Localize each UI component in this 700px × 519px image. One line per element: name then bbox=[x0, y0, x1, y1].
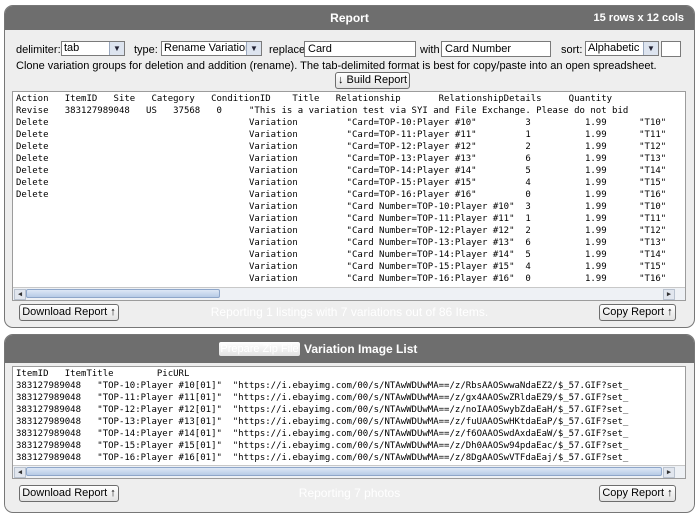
table-row: Variation "Card Number=TOP-13:Player #13… bbox=[16, 238, 667, 248]
horizontal-scrollbar[interactable]: ◀ ▶ bbox=[13, 287, 685, 300]
sort-select[interactable]: Alphabetic ▼ bbox=[585, 41, 659, 56]
copy-report-button[interactable]: Copy Report ↑ bbox=[599, 304, 676, 321]
with-input[interactable]: Card Number bbox=[441, 41, 551, 57]
table-row: Action ItemID Site Category ConditionID … bbox=[16, 94, 613, 104]
replace-input[interactable]: Card bbox=[304, 41, 416, 57]
table-row: Variation "Card Number=TOP-16:Player #16… bbox=[16, 274, 667, 284]
prepare-zip-button[interactable]: Prepare Zip File bbox=[218, 341, 301, 357]
table-row: ItemID ItemTitle PicURL bbox=[16, 369, 190, 379]
report-dimensions: 15 rows x 12 cols bbox=[593, 12, 685, 24]
report-title-bar: Report 15 rows x 12 cols bbox=[5, 6, 694, 30]
table-row: Variation "Card Number=TOP-10:Player #10… bbox=[16, 202, 667, 212]
copy-report-button[interactable]: Copy Report ↑ bbox=[599, 485, 676, 502]
image-list-panel: Prepare Zip File Variation Image List It… bbox=[4, 334, 695, 513]
report-panel: Report 15 rows x 12 cols delimiter: tab … bbox=[4, 5, 695, 328]
table-row: Variation "Card Number=TOP-14:Player #14… bbox=[16, 250, 667, 260]
scroll-left-icon[interactable]: ◀ bbox=[14, 467, 26, 478]
table-row: 383127989048 "TOP-12:Player #12[01]" "ht… bbox=[16, 405, 629, 415]
type-value: Rename Variations bbox=[164, 42, 257, 54]
chevron-down-icon: ▼ bbox=[109, 42, 124, 55]
table-row: 383127989048 "TOP-15:Player #15[01]" "ht… bbox=[16, 441, 629, 451]
table-row: Delete Variation "Card=TOP-15:Player #15… bbox=[16, 178, 667, 188]
sort-extra-input[interactable] bbox=[661, 41, 681, 57]
image-list-status: Reporting 7 photos bbox=[298, 486, 401, 500]
type-label: type: bbox=[134, 44, 158, 56]
table-row: 383127989048 "TOP-14:Player #14[01]" "ht… bbox=[16, 429, 629, 439]
horizontal-scrollbar[interactable]: ◀ ▶ bbox=[13, 465, 685, 478]
sort-label: sort: bbox=[561, 44, 583, 56]
scrollbar-thumb[interactable] bbox=[26, 467, 662, 476]
image-list-title-bar: Prepare Zip File Variation Image List bbox=[5, 335, 694, 363]
report-status: Reporting 1 listings with 7 variations o… bbox=[210, 305, 489, 319]
delimiter-select[interactable]: tab ▼ bbox=[61, 41, 125, 56]
table-row: 383127989048 "TOP-16:Player #16[01]" "ht… bbox=[16, 453, 629, 463]
sort-value: Alphabetic bbox=[588, 42, 640, 54]
scroll-right-icon[interactable]: ▶ bbox=[663, 467, 675, 478]
report-description: Clone variation groups for deletion and … bbox=[16, 60, 657, 72]
replace-label: replace bbox=[269, 44, 306, 56]
table-row: Revise 383127989048 US 37568 0 "This is … bbox=[16, 106, 629, 116]
chevron-down-icon: ▼ bbox=[246, 42, 261, 55]
report-output[interactable]: Action ItemID Site Category ConditionID … bbox=[12, 91, 686, 301]
table-row: Delete Variation "Card=TOP-12:Player #12… bbox=[16, 142, 667, 152]
chevron-down-icon: ▼ bbox=[643, 42, 658, 55]
table-row: Delete Variation "Card=TOP-10:Player #10… bbox=[16, 118, 667, 128]
table-row: Variation "Card Number=TOP-11:Player #11… bbox=[16, 214, 667, 224]
table-row: 383127989048 "TOP-10:Player #10[01]" "ht… bbox=[16, 381, 629, 391]
type-select[interactable]: Rename Variations ▼ bbox=[161, 41, 262, 56]
table-row: 383127989048 "TOP-11:Player #11[01]" "ht… bbox=[16, 393, 629, 403]
report-title: Report bbox=[330, 11, 369, 25]
table-row: Variation "Card Number=TOP-12:Player #12… bbox=[16, 226, 667, 236]
scroll-right-icon[interactable]: ▶ bbox=[663, 289, 675, 300]
table-row: Delete Variation "Card=TOP-11:Player #11… bbox=[16, 130, 667, 140]
delimiter-label: delimiter: bbox=[16, 44, 61, 56]
table-row: Delete Variation "Card=TOP-16:Player #16… bbox=[16, 190, 667, 200]
scroll-left-icon[interactable]: ◀ bbox=[14, 289, 26, 300]
image-list-title: Variation Image List bbox=[304, 342, 418, 356]
table-row: Delete Variation "Card=TOP-13:Player #13… bbox=[16, 154, 667, 164]
image-list-output[interactable]: ItemID ItemTitle PicURL 383127989048 "TO… bbox=[12, 366, 686, 479]
table-row: 383127989048 "TOP-13:Player #13[01]" "ht… bbox=[16, 417, 629, 427]
with-label: with bbox=[420, 44, 440, 56]
delimiter-value: tab bbox=[64, 42, 80, 54]
table-row: Delete Variation "Card=TOP-14:Player #14… bbox=[16, 166, 667, 176]
build-report-button[interactable]: ↓ Build Report bbox=[335, 72, 410, 89]
scrollbar-thumb[interactable] bbox=[26, 289, 220, 298]
table-row: Variation "Card Number=TOP-15:Player #15… bbox=[16, 262, 667, 272]
